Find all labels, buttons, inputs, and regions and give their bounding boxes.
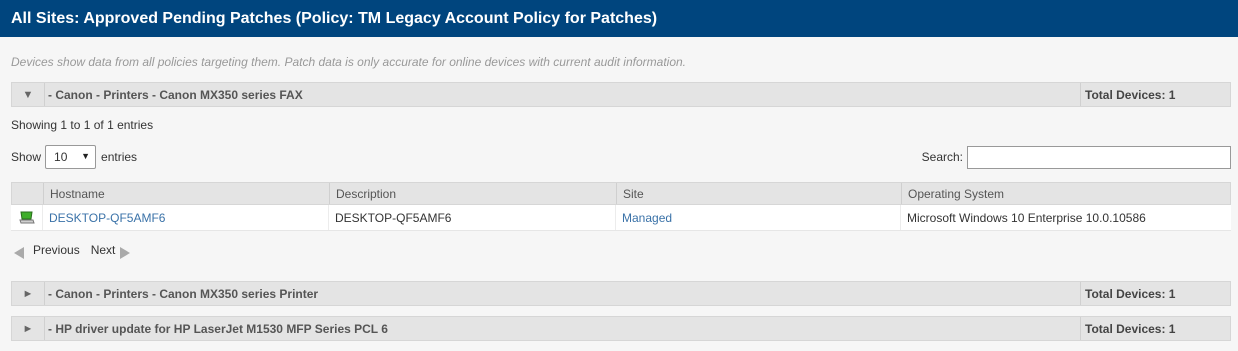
page-length-select[interactable]: 10 ▼ [45, 145, 97, 169]
group-total-devices: Total Devices: 1 [1080, 282, 1230, 305]
group-name: - HP driver update for HP LaserJet M1530… [48, 321, 388, 336]
previous-arrow-icon[interactable] [14, 247, 24, 259]
next-button[interactable]: Next [91, 243, 116, 257]
group-header-hp-driver[interactable]: ► - HP driver update for HP LaserJet M15… [11, 316, 1231, 341]
page-title: All Sites: Approved Pending Patches (Pol… [0, 0, 1238, 37]
expand-toggle-icon[interactable]: ► [12, 317, 45, 340]
search-control: Search: [922, 145, 1231, 169]
column-header-os[interactable]: Operating System [902, 183, 1230, 204]
computer-icon [18, 211, 35, 223]
column-header-description[interactable]: Description [330, 183, 617, 204]
device-cell-icon [11, 205, 43, 230]
column-header-site[interactable]: Site [617, 183, 902, 204]
table-row: DESKTOP-QF5AMF6 DESKTOP-QF5AMF6 Managed … [11, 205, 1231, 231]
entries-label: entries [101, 150, 138, 164]
expand-toggle-icon[interactable]: ► [12, 282, 45, 305]
column-header-icon [12, 183, 44, 204]
table-info: Showing 1 to 1 of 1 entries [11, 118, 154, 132]
hostname-link[interactable]: DESKTOP-QF5AMF6 [49, 211, 165, 225]
group-header-printer[interactable]: ► - Canon - Printers - Canon MX350 serie… [11, 281, 1231, 306]
dropdown-arrow-icon: ▼ [81, 151, 91, 161]
group-total-devices: Total Devices: 1 [1080, 317, 1230, 340]
column-header-hostname[interactable]: Hostname [44, 183, 330, 204]
os-cell: Microsoft Windows 10 Enterprise 10.0.105… [907, 210, 1146, 225]
table-header: Hostname Description Site Operating Syst… [11, 182, 1231, 205]
collapse-toggle-icon[interactable]: ▼ [12, 83, 45, 106]
site-link[interactable]: Managed [622, 211, 672, 225]
previous-button[interactable]: Previous [33, 243, 80, 257]
search-label: Search: [921, 150, 963, 164]
page-length-control: Show 10 ▼ entries [11, 145, 137, 169]
description-cell: DESKTOP-QF5AMF6 [329, 205, 616, 230]
page-length-value: 10 [54, 150, 68, 164]
show-label: Show [11, 150, 42, 164]
search-input[interactable] [967, 145, 1231, 169]
group-total-devices: Total Devices: 1 [1080, 83, 1230, 106]
group-name: - Canon - Printers - Canon MX350 series … [48, 286, 319, 301]
info-note: Devices show data from all policies targ… [11, 55, 686, 69]
group-header-fax[interactable]: ▼ - Canon - Printers - Canon MX350 serie… [11, 82, 1231, 107]
pagination: Previous Next [14, 241, 131, 259]
group-name: - Canon - Printers - Canon MX350 series … [48, 87, 303, 102]
next-arrow-icon[interactable] [120, 247, 131, 259]
